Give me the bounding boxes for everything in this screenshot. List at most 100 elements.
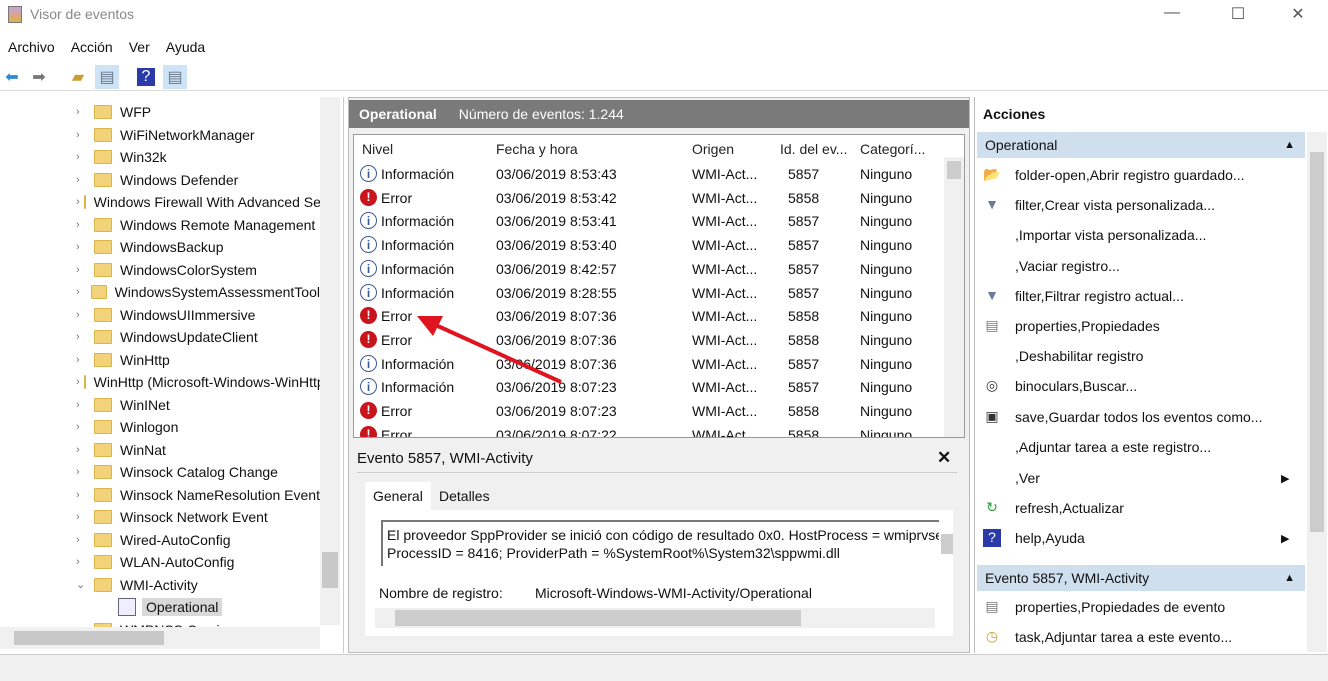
action-save[interactable]: ▣ save,Guardar todos los eventos como...	[983, 406, 1262, 428]
tree-item[interactable]: › Windows Defender	[0, 169, 320, 191]
column-header-categoria[interactable]: Categorí...	[860, 141, 925, 157]
chevron-right-icon[interactable]: ›	[76, 106, 90, 118]
detail-horizontal-scrollbar[interactable]	[375, 608, 935, 628]
chevron-right-icon[interactable]: ›	[76, 556, 90, 568]
column-header-id[interactable]: Id. del ev...	[780, 141, 847, 157]
chevron-right-icon[interactable]: ›	[76, 511, 90, 523]
action-item[interactable]: ,Ver ▶	[983, 467, 1289, 489]
table-row[interactable]: i Información 03/06/2019 8:53:41 WMI-Act...…	[354, 210, 940, 233]
chevron-right-icon[interactable]: ›	[76, 331, 90, 343]
table-row[interactable]: ! Error 03/06/2019 8:07:23 WMI-Act... 5858 Ni…	[354, 400, 940, 423]
chevron-right-icon[interactable]: ›	[76, 444, 90, 456]
tree-item[interactable]: › WiFiNetworkManager	[0, 124, 320, 146]
column-header-fecha[interactable]: Fecha y hora	[496, 141, 578, 157]
tree-item[interactable]: › Windows Firewall With Advanced Security	[0, 191, 320, 213]
collapse-icon[interactable]: ▲	[1284, 572, 1295, 584]
tab-detalles[interactable]: Detalles	[439, 488, 490, 504]
chevron-right-icon[interactable]: ›	[76, 286, 87, 298]
maximize-button[interactable]: ☐	[1218, 4, 1258, 26]
table-row[interactable]: i Información 03/06/2019 8:42:57 WMI-Act...…	[354, 258, 940, 281]
folder-icon	[94, 105, 112, 119]
action-filter[interactable]: ▼ filter,Filtrar registro actual...	[983, 285, 1184, 307]
tree-item[interactable]: › Winlogon	[0, 416, 320, 438]
chevron-right-icon[interactable]: ›	[76, 534, 90, 546]
chevron-right-icon[interactable]: ›	[76, 196, 80, 208]
chevron-right-icon[interactable]: ›	[76, 264, 90, 276]
menu-archivo[interactable]: Archivo	[0, 36, 63, 60]
tree-item[interactable]: › Windows Remote Management	[0, 214, 320, 236]
tree-item[interactable]: › WinNat	[0, 439, 320, 461]
tree-item[interactable]: › WindowsUpdateClient	[0, 326, 320, 348]
close-button[interactable]: ✕	[1278, 4, 1318, 26]
chevron-right-icon[interactable]: ›	[76, 241, 90, 253]
close-detail-icon[interactable]: ✕	[937, 448, 951, 468]
action-refresh[interactable]: ↻ refresh,Actualizar	[983, 497, 1124, 519]
table-row[interactable]: i Información 03/06/2019 8:53:40 WMI-Act...…	[354, 234, 940, 257]
menu-accion[interactable]: Acción	[63, 36, 121, 60]
action-item[interactable]: ,Importar vista personalizada...	[983, 224, 1206, 246]
action-folder-open[interactable]: 📂 folder-open,Abrir registro guardado...	[983, 164, 1244, 186]
show-hide-tree-icon[interactable]: ▤	[95, 65, 119, 89]
chevron-right-icon[interactable]: ›	[76, 129, 90, 141]
tree-item[interactable]: › WindowsUIImmersive	[0, 304, 320, 326]
tree-vertical-scrollbar[interactable]	[320, 97, 340, 625]
chevron-right-icon[interactable]: ›	[76, 376, 80, 388]
chevron-right-icon[interactable]: ›	[76, 421, 90, 433]
tree-item[interactable]: › Winsock Catalog Change	[0, 461, 320, 483]
chevron-right-icon[interactable]: ›	[76, 466, 90, 478]
chevron-right-icon[interactable]: ›	[76, 309, 90, 321]
chevron-down-icon[interactable]: ⌄	[76, 578, 90, 591]
tree-item[interactable]: › WindowsColorSystem	[0, 259, 320, 281]
column-header-origen[interactable]: Origen	[692, 141, 734, 157]
tree-item[interactable]: › WindowsSystemAssessmentTool	[0, 281, 320, 303]
action-help[interactable]: ? help,Ayuda ▶	[983, 527, 1289, 549]
tab-general[interactable]: General	[365, 482, 431, 510]
tree-item[interactable]: › Wired-AutoConfig	[0, 529, 320, 551]
section-operational[interactable]: Operational ▲	[977, 132, 1305, 158]
tree-item[interactable]: › Win32k	[0, 146, 320, 168]
chevron-right-icon[interactable]: ›	[76, 489, 90, 501]
tree-item[interactable]: › WindowsBackup	[0, 236, 320, 258]
chevron-right-icon[interactable]: ›	[76, 399, 90, 411]
forward-arrow-icon[interactable]: ➡	[27, 65, 51, 89]
table-row[interactable]: i Información 03/06/2019 8:28:55 WMI-Act...…	[354, 282, 940, 305]
chevron-right-icon[interactable]: ›	[76, 354, 90, 366]
table-vertical-scrollbar[interactable]	[944, 157, 964, 437]
tree-item[interactable]: › WinINet	[0, 394, 320, 416]
tree-item[interactable]: › Winsock Network Event	[0, 506, 320, 528]
action-binoculars[interactable]: ◎ binoculars,Buscar...	[983, 375, 1137, 397]
tree-item[interactable]: › WinHttp (Microsoft-Windows-WinHttp)	[0, 371, 320, 393]
minimize-button[interactable]: —	[1152, 4, 1192, 26]
chevron-right-icon[interactable]: ›	[76, 151, 90, 163]
action-properties[interactable]: ▤ properties,Propiedades	[983, 315, 1159, 337]
tree-horizontal-scrollbar[interactable]	[0, 627, 320, 649]
chevron-right-icon[interactable]: ›	[76, 219, 90, 231]
tree-item[interactable]: › WFP	[0, 101, 320, 123]
collapse-icon[interactable]: ▲	[1284, 139, 1295, 151]
action-filter[interactable]: ▼ filter,Crear vista personalizada...	[983, 194, 1215, 216]
tree-item-selected[interactable]: Operational	[0, 596, 320, 618]
tree-item[interactable]: › WinHttp	[0, 349, 320, 371]
table-row[interactable]: ! Error 03/06/2019 8:53:42 WMI-Act... 5858 Ni…	[354, 187, 940, 210]
actions-scrollbar[interactable]	[1307, 132, 1327, 652]
detail-vertical-scrollbar[interactable]	[941, 516, 953, 606]
menu-ver[interactable]: Ver	[121, 36, 158, 60]
help-icon[interactable]: ?	[136, 68, 156, 86]
section-event[interactable]: Evento 5857, WMI-Activity ▲	[977, 565, 1305, 591]
column-header-nivel[interactable]: Nivel	[362, 141, 393, 157]
tree-item[interactable]: › WLAN-AutoConfig	[0, 551, 320, 573]
chevron-right-icon[interactable]: ›	[76, 174, 90, 186]
show-hide-actions-icon[interactable]: ▤	[163, 65, 187, 89]
action-item[interactable]: ,Vaciar registro...	[983, 255, 1120, 277]
tree-item[interactable]: › Winsock NameResolution Event	[0, 484, 320, 506]
back-arrow-icon[interactable]: ⬅	[0, 65, 24, 89]
table-row[interactable]: i Información 03/06/2019 8:53:43 WMI-Act...…	[354, 163, 940, 186]
tree-item[interactable]: ⌄ WMI-Activity	[0, 574, 320, 596]
action-task[interactable]: ◷ task,Adjuntar tarea a este evento...	[983, 626, 1232, 648]
action-item[interactable]: ,Adjuntar tarea a este registro...	[983, 436, 1211, 458]
action-properties[interactable]: ▤ properties,Propiedades de evento	[983, 596, 1225, 618]
action-item[interactable]: ,Deshabilitar registro	[983, 345, 1143, 367]
menu-ayuda[interactable]: Ayuda	[158, 36, 213, 60]
folder-up-icon[interactable]: ▰	[66, 65, 90, 89]
table-row[interactable]: ! Error 03/06/2019 8:07:22 WMI-Act... 5858 Ni…	[354, 424, 940, 437]
